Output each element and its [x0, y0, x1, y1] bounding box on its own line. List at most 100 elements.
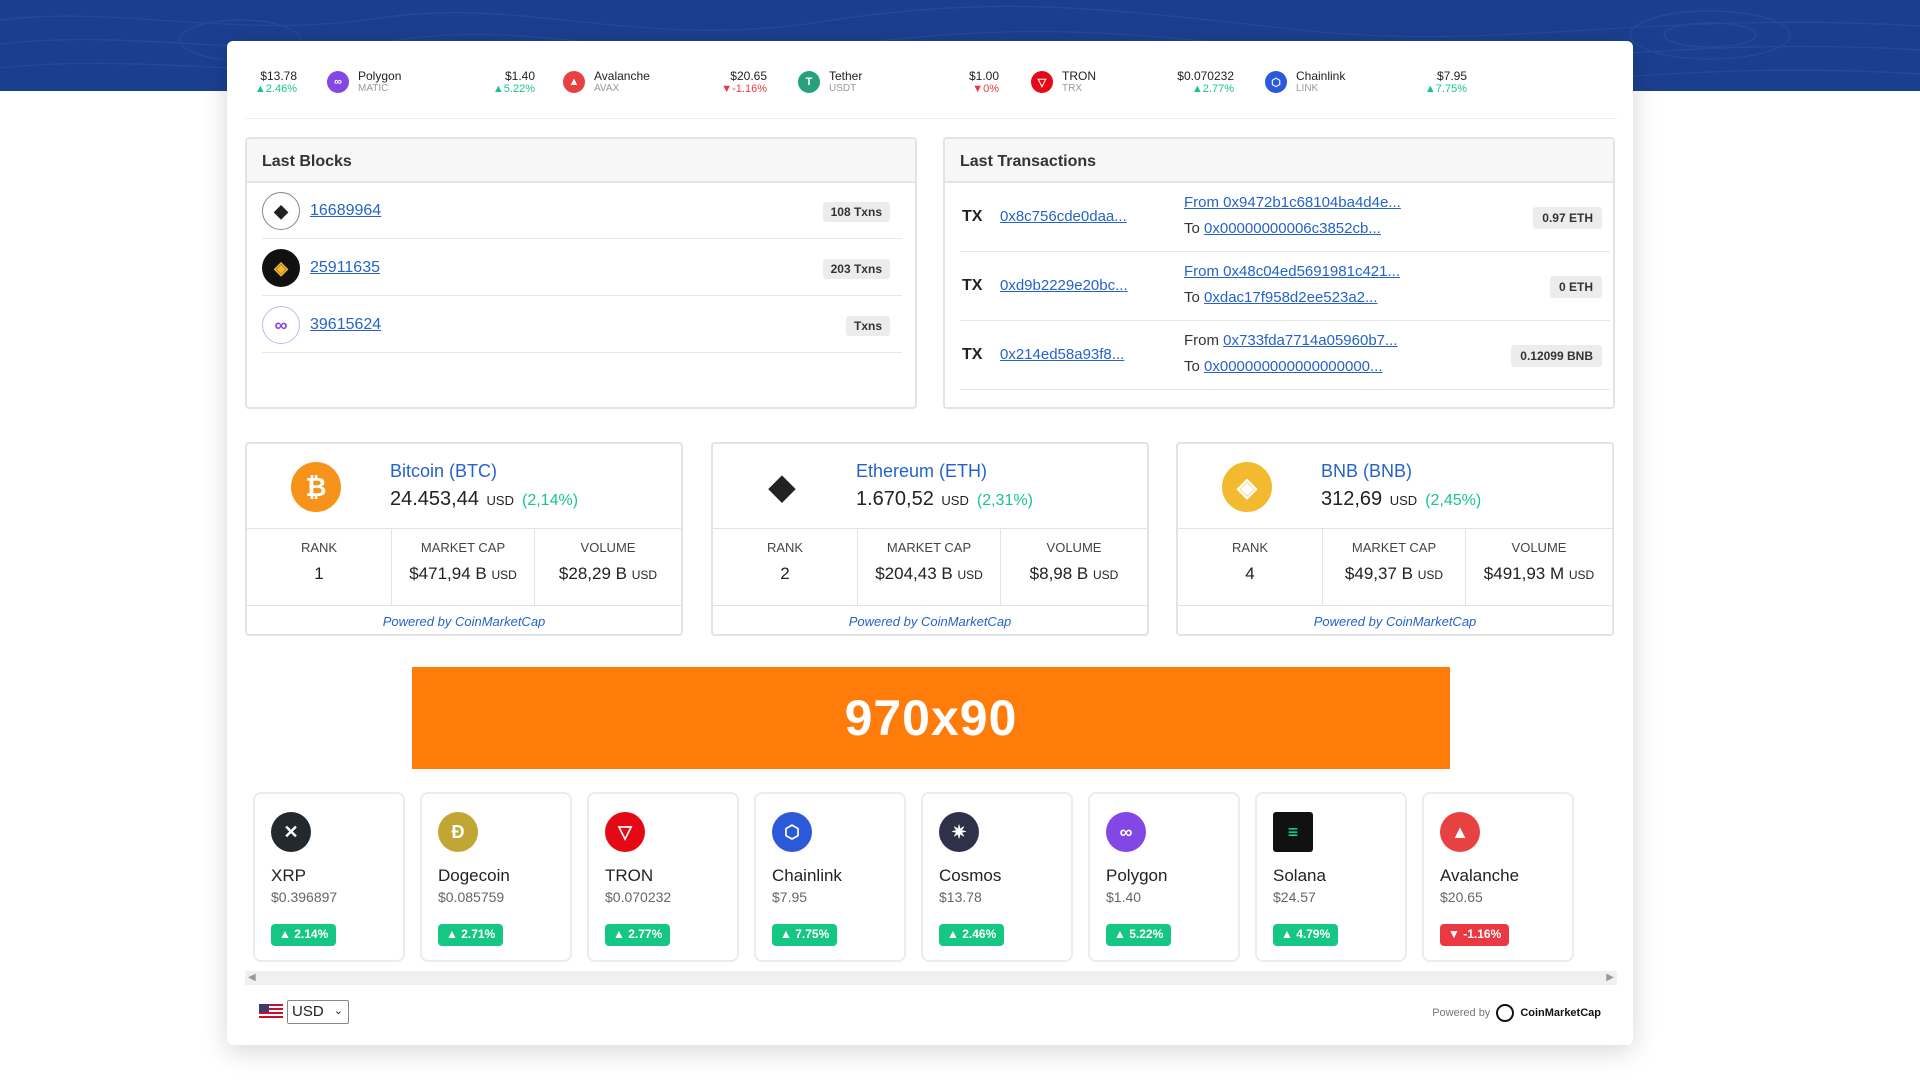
scroll-left-icon[interactable]: ◀: [248, 971, 256, 985]
polygon-icon: ∞: [327, 71, 349, 93]
card-price: 312,69 USD (2,45%): [1321, 488, 1482, 510]
solana-icon: ≡: [1273, 812, 1313, 852]
ticker-item-tether[interactable]: T Tether USDT $1.00 ▼0%: [798, 67, 999, 111]
tx-hash-link[interactable]: 0x8c756cde0daa...: [1000, 208, 1127, 225]
ticker-item-polygon[interactable]: ∞ Polygon MATIC $1.40 ▲5.22%: [327, 67, 535, 111]
powered-by-link[interactable]: Powered by CoinMarketCap: [1178, 614, 1612, 629]
tx-from: From 0x9472b1c68104ba4d4e...: [1184, 194, 1401, 211]
coin-tile-cosmos[interactable]: ✷ Cosmos $13.78 ▲ 2.46%: [921, 792, 1073, 962]
ad-banner[interactable]: 970x90: [412, 667, 1450, 769]
tx-to-link[interactable]: 0x00000000006c3852cb...: [1204, 220, 1381, 237]
transaction-row: TX 0xd9b2229e20bc... From 0x48c04ed56919…: [960, 252, 1610, 321]
transaction-row: TX 0x8c756cde0daa... From 0x9472b1c68104…: [960, 183, 1610, 252]
us-flag-icon: [259, 1004, 283, 1018]
tx-to-link[interactable]: 0x000000000000000000...: [1204, 358, 1383, 375]
tx-amount-badge: 0 ETH: [1549, 276, 1602, 298]
powered-prefix: Powered by: [1432, 1007, 1491, 1019]
polygon-icon: ∞: [1106, 812, 1146, 852]
card-divider: [713, 605, 1147, 606]
currency-select[interactable]: USD ⌄: [287, 1000, 349, 1024]
ticker-price: $13.78: [260, 69, 297, 83]
widget-panel: $13.78 ▲2.46% ∞ Polygon MATIC $1.40 ▲5.2…: [227, 41, 1633, 1045]
ticker-item-cosmos[interactable]: $13.78 ▲2.46%: [227, 67, 297, 111]
tx-from: From 0x48c04ed5691981c421...: [1184, 263, 1400, 280]
card-title-link[interactable]: Ethereum (ETH): [856, 461, 987, 482]
chainlink-icon: ⬡: [1265, 71, 1287, 93]
card-title-link[interactable]: Bitcoin (BTC): [390, 461, 497, 482]
card-rank: RANK 4: [1231, 540, 1269, 583]
ticker-item-chainlink[interactable]: ⬡ Chainlink LINK $7.95 ▲7.75%: [1265, 67, 1467, 111]
coin-tile-chainlink[interactable]: ⬡ Chainlink $7.95 ▲ 7.75%: [754, 792, 906, 962]
tx-to-link[interactable]: 0xdac17f958d2ee523a2...: [1204, 289, 1378, 306]
ethereum-icon: ◆: [262, 192, 300, 230]
ticker-price: $0.070232: [1177, 69, 1234, 83]
card-divider: [1178, 605, 1612, 606]
tx-hash-link[interactable]: 0xd9b2229e20bc...: [1000, 277, 1128, 294]
powered-by-link[interactable]: Powered by CoinMarketCap: [247, 614, 681, 629]
coin-change-badge: ▼ -1.16%: [1440, 924, 1510, 946]
horizontal-scrollbar[interactable]: ◀ ▶: [245, 971, 1617, 985]
tx-from-link[interactable]: From 0x48c04ed5691981c421...: [1184, 263, 1400, 280]
coin-tile-xrp[interactable]: ✕ XRP $0.396897 ▲ 2.14%: [253, 792, 405, 962]
ticker-price: $1.00: [968, 69, 999, 83]
ticker-item-avalanche[interactable]: ▲ Avalanche AVAX $20.65 ▼-1.16%: [563, 67, 767, 111]
coinmarketcap-logo-icon: [1496, 1004, 1515, 1022]
avalanche-icon: ▲: [563, 71, 585, 93]
coin-price: $20.65: [1440, 889, 1483, 905]
tx-label: TX: [962, 208, 983, 225]
card-rank: RANK 1: [300, 540, 338, 583]
coin-price: $0.396897: [271, 889, 338, 905]
ticker-symbol: MATIC: [358, 83, 389, 94]
ticker-change: ▲5.22%: [492, 83, 535, 95]
price-ticker: $13.78 ▲2.46% ∞ Polygon MATIC $1.40 ▲5.2…: [227, 67, 1633, 111]
ticker-item-tron[interactable]: ▽ TRON TRX $0.070232 ▲2.77%: [1031, 67, 1234, 111]
coin-tile-tron[interactable]: ▽ TRON $0.070232 ▲ 2.77%: [587, 792, 739, 962]
coin-name: TRON: [605, 866, 654, 885]
coin-change-badge: ▲ 2.77%: [605, 924, 671, 946]
price-card-ethereum: ◆ Ethereum (ETH) 1.670,52 USD (2,31%) RAN…: [711, 442, 1149, 636]
transaction-row: TX 0x214ed58a93f8... From 0x733fda7714a0…: [960, 321, 1610, 390]
coin-change-badge: ▲ 5.22%: [1106, 924, 1172, 946]
chainlink-icon: ⬡: [772, 812, 812, 852]
coin-change-badge: ▲ 2.14%: [271, 924, 337, 946]
tx-hash-link[interactable]: 0x214ed58a93f8...: [1000, 346, 1124, 363]
card-divider: [247, 605, 681, 606]
coin-tile-polygon[interactable]: ∞ Polygon $1.40 ▲ 5.22%: [1088, 792, 1240, 962]
ticker-symbol: USDT: [829, 83, 857, 94]
card-market-cap: MARKET CAP $49,37 B USD: [1322, 528, 1466, 605]
coin-tiles-row: ✕ XRP $0.396897 ▲ 2.14% Ð Dogecoin $0.08…: [253, 792, 1613, 962]
ethereum-icon: ◆: [757, 462, 807, 512]
coin-change-badge: ▲ 2.46%: [939, 924, 1005, 946]
coin-name: Avalanche: [1440, 866, 1520, 885]
block-number-link[interactable]: 16689964: [310, 202, 381, 220]
card-title-link[interactable]: BNB (BNB): [1321, 461, 1412, 482]
coin-price: $7.95: [772, 889, 808, 905]
currency-value: USD: [292, 1003, 324, 1020]
coin-tile-avalanche[interactable]: ▲ Avalanche $20.65 ▼ -1.16%: [1422, 792, 1574, 962]
scroll-right-icon[interactable]: ▶: [1606, 971, 1614, 985]
powered-by-coinmarketcap[interactable]: Powered by CoinMarketCap: [1432, 1004, 1601, 1022]
coin-price: $0.070232: [605, 889, 672, 905]
bnb-icon: ◈: [262, 249, 300, 287]
tron-icon: ▽: [605, 812, 645, 852]
dogecoin-icon: Ð: [438, 812, 478, 852]
tx-from-link[interactable]: 0x733fda7714a05960b7...: [1223, 332, 1397, 349]
block-row: ◈ 25911635 203 Txns: [262, 240, 902, 296]
tx-from-link[interactable]: From 0x9472b1c68104ba4d4e...: [1184, 194, 1401, 211]
bitcoin-icon: ₿: [291, 462, 341, 512]
card-volume: VOLUME $28,29 B USD: [558, 540, 658, 583]
ticker-name: Chainlink: [1296, 69, 1346, 83]
powered-by-link[interactable]: Powered by CoinMarketCap: [713, 614, 1147, 629]
ticker-change: ▼-1.16%: [721, 83, 767, 95]
ticker-name: TRON: [1062, 69, 1096, 83]
card-market-cap: MARKET CAP $204,43 B USD: [857, 528, 1001, 605]
txns-badge: 203 Txns: [822, 259, 890, 279]
coin-name: Polygon: [1106, 866, 1168, 885]
coin-tile-solana[interactable]: ≡ Solana $24.57 ▲ 4.79%: [1255, 792, 1407, 962]
coin-tile-dogecoin[interactable]: Ð Dogecoin $0.085759 ▲ 2.71%: [420, 792, 572, 962]
block-number-link[interactable]: 39615624: [310, 316, 381, 334]
card-market-cap: MARKET CAP $471,94 B USD: [391, 528, 535, 605]
coin-name: Dogecoin: [438, 866, 510, 885]
block-number-link[interactable]: 25911635: [310, 259, 380, 277]
polygon-icon: ∞: [262, 306, 300, 344]
